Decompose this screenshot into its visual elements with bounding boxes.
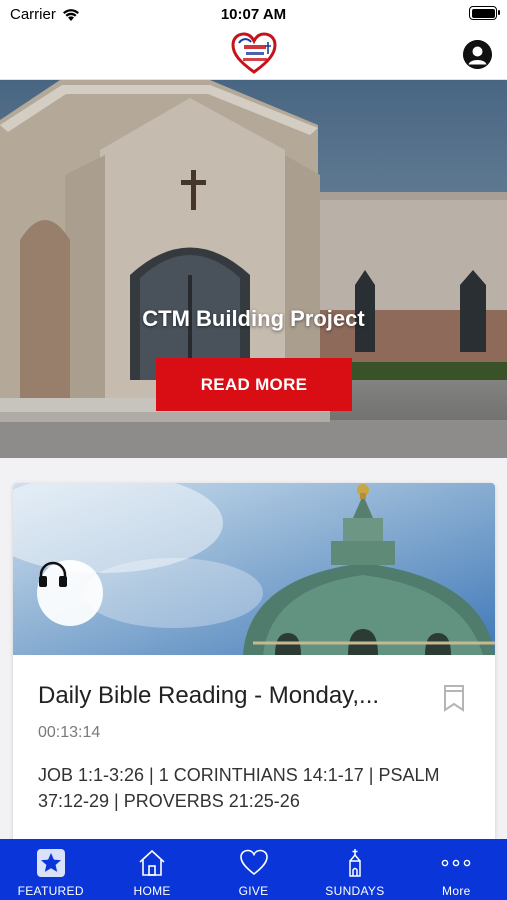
more-icon: [440, 847, 472, 879]
battery-icon: [469, 6, 500, 20]
audio-badge[interactable]: [37, 560, 103, 626]
house-icon: [136, 847, 168, 879]
tab-home[interactable]: HOME: [101, 839, 202, 900]
profile-button[interactable]: [463, 40, 492, 69]
tab-sundays[interactable]: SUNDAYS: [304, 839, 405, 900]
card-duration: 00:13:14: [38, 724, 101, 741]
headphones-icon: [39, 561, 67, 587]
card-image: [13, 483, 495, 655]
user-icon: [463, 40, 492, 69]
tab-label: HOME: [133, 884, 171, 898]
read-more-button[interactable]: READ MORE: [156, 358, 352, 411]
tab-give[interactable]: GIVE: [203, 839, 304, 900]
bottom-tab-bar: FEATURED HOME GIVE SUNDAYS More: [0, 839, 507, 900]
tab-featured[interactable]: FEATURED: [0, 839, 101, 900]
top-nav-bar: [0, 30, 507, 80]
bookmark-icon[interactable]: [443, 684, 465, 712]
heart-icon: [238, 847, 270, 879]
card-description: JOB 1:1-3:26 | 1 CORINTHIANS 14:1-17 | P…: [38, 765, 440, 811]
tab-label: FEATURED: [17, 884, 84, 898]
daily-reading-card[interactable]: Daily Bible Reading - Monday,... 00:13:1…: [13, 483, 495, 883]
card-title: Daily Bible Reading - Monday,...: [38, 682, 380, 709]
status-bar: Carrier 10:07 AM: [0, 0, 507, 30]
clock: 10:07 AM: [220, 6, 287, 23]
church-icon: [339, 847, 371, 879]
tab-label: GIVE: [238, 884, 269, 898]
star-icon: [35, 847, 67, 879]
tab-label: More: [442, 884, 471, 898]
tab-more[interactable]: More: [406, 839, 507, 900]
ministry-logo[interactable]: [230, 32, 278, 74]
tab-label: SUNDAYS: [325, 884, 385, 898]
hero-title: CTM Building Project: [142, 306, 365, 331]
hero-banner[interactable]: CTM Building Project READ MORE: [0, 80, 507, 458]
